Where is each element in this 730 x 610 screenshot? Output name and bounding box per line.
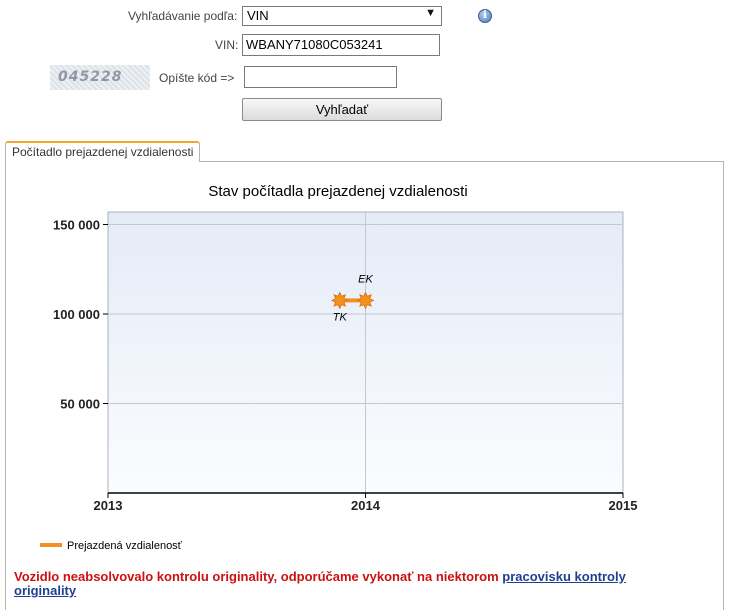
x-tick-label: 2015 xyxy=(609,498,638,513)
tab-odometer[interactable]: Počítadlo prejazdenej vzdialenosti xyxy=(5,141,201,162)
y-tick-label: 150 000 xyxy=(53,218,100,233)
chart-title: Stav počítadla prejazdenej vzdialenosti xyxy=(208,183,467,200)
y-tick-label: 100 000 xyxy=(53,307,100,322)
data-point xyxy=(356,291,375,310)
legend-label: Prejazdená vzdialenosť xyxy=(67,540,183,552)
originality-warning: Vozidlo neabsolvovalo kontrolu originali… xyxy=(14,570,654,598)
y-tick-label: 50 000 xyxy=(60,397,100,412)
legend: Prejazdená vzdialenosť xyxy=(40,540,183,552)
odometer-chart: Stav počítadla prejazdenej vzdialenosti … xyxy=(40,183,638,552)
warning-text: Vozidlo neabsolvovalo kontrolu originali… xyxy=(14,569,503,584)
data-point xyxy=(330,291,349,310)
data-label: EK xyxy=(358,273,373,285)
data-label: TK xyxy=(333,311,348,323)
x-tick-label: 2013 xyxy=(94,498,123,513)
x-tick-label: 2014 xyxy=(351,498,381,513)
